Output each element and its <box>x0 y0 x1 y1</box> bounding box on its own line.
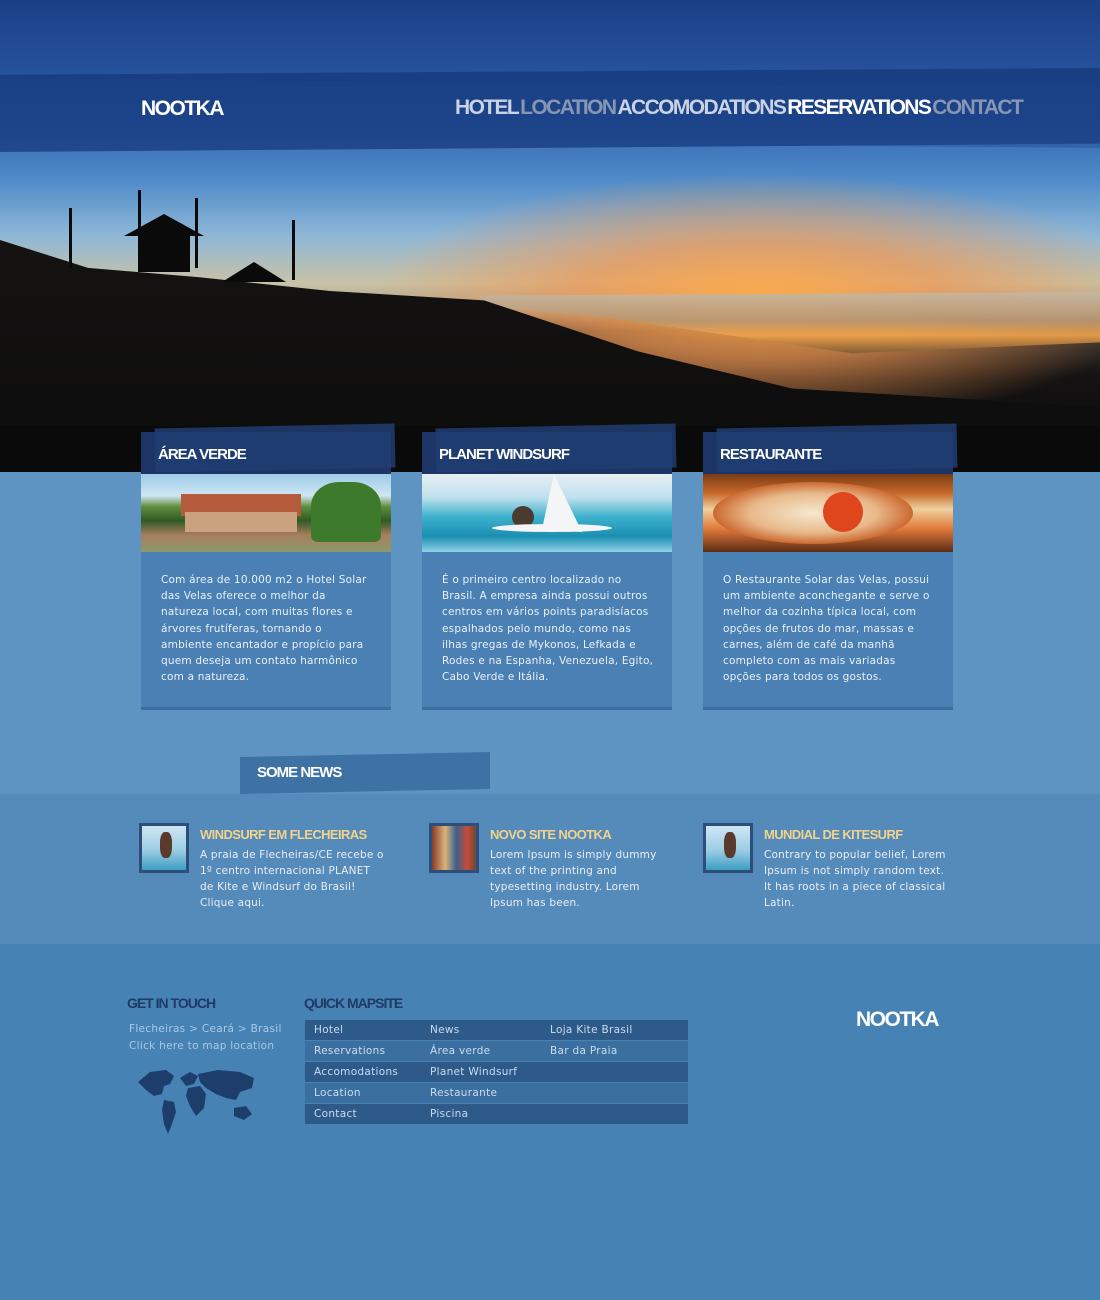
site-logo[interactable]: NOOTKA <box>141 97 225 121</box>
hero-banner <box>0 0 1100 472</box>
card-text: Com área de 10.000 m2 o Hotel Solar das … <box>141 552 391 710</box>
sitemap-link[interactable]: Bar da Praia <box>541 1041 688 1061</box>
card-text: É o primeiro centro localizado no Brasil… <box>422 552 672 710</box>
footer-logo[interactable]: NOOTKA <box>856 1008 940 1032</box>
news-title[interactable]: WINDSURF EM FLECHEIRAS <box>200 827 367 842</box>
kiosk-body <box>138 236 190 272</box>
kitesurf-thumbnail[interactable] <box>139 823 189 873</box>
get-in-touch-heading: GET IN TOUCH <box>127 995 216 1011</box>
card-header: RESTAURANTE <box>703 423 958 474</box>
sitemap-link[interactable]: Loja Kite Brasil <box>541 1020 688 1040</box>
news-text: Contrary to popular belief, Lorem Ipsum … <box>764 849 946 909</box>
sitemap-link[interactable]: Restaurante <box>421 1083 541 1103</box>
nav-reservations[interactable]: RESERVATIONS <box>787 96 932 120</box>
sitemap-row: Reservations Área verde Bar da Praia <box>305 1041 688 1061</box>
sitemap-link[interactable]: News <box>421 1020 541 1040</box>
card-header: ÁREA VERDE <box>141 423 396 474</box>
news-title[interactable]: NOVO SITE NOOTKA <box>490 827 612 842</box>
news-text: Lorem Ipsum is simply dummy text of the … <box>490 849 657 909</box>
nav-accomodations[interactable]: ACCOMODATIONS <box>617 96 786 120</box>
flag-pole <box>195 198 198 268</box>
card-area-verde: ÁREA VERDE Com área de 10.000 m2 o Hotel… <box>141 423 396 710</box>
sitemap-row: Hotel News Loja Kite Brasil <box>305 1020 688 1040</box>
seafood-dish-image[interactable] <box>703 474 953 552</box>
nav-location[interactable]: LOCATION <box>520 96 617 120</box>
flag-pole <box>292 220 295 280</box>
sitemap-link[interactable]: Hotel <box>305 1020 421 1040</box>
shop-thumbnail[interactable] <box>429 823 479 873</box>
sitemap-link[interactable] <box>541 1083 688 1103</box>
sitemap-link[interactable]: Contact <box>305 1104 421 1124</box>
sitemap-link[interactable]: Piscina <box>421 1104 541 1124</box>
sitemap-link[interactable]: Accomodations <box>305 1062 421 1082</box>
news-heading: SOME NEWS <box>257 764 342 781</box>
quick-mapsite-heading: QUICK MAPSITE <box>304 995 403 1011</box>
sitemap-table: Hotel News Loja Kite Brasil Reservations… <box>305 1020 688 1125</box>
sitemap-link[interactable] <box>541 1104 688 1124</box>
garden-bungalows-image[interactable] <box>141 474 391 552</box>
news-title[interactable]: MUNDIAL DE KITESURF <box>764 827 903 842</box>
kiosk-roof <box>124 214 204 236</box>
kitesurf-thumbnail[interactable] <box>703 823 753 873</box>
news-text: A praia de Flecheiras/CE recebe o 1º cen… <box>200 849 384 909</box>
hut-roof <box>222 262 286 282</box>
main-nav: HOTEL LOCATION ACCOMODATIONS RESERVATION… <box>455 96 1024 120</box>
card-header: PLANET WINDSURF <box>422 423 677 474</box>
world-map-icon[interactable] <box>136 1064 260 1138</box>
nav-hotel[interactable]: HOTEL <box>455 96 520 120</box>
address-text: Flecheiras > Ceará > Brasil <box>129 1023 282 1035</box>
card-title[interactable]: RESTAURANTE <box>720 446 822 463</box>
sitemap-link[interactable]: Reservations <box>305 1041 421 1061</box>
windsurfer-image[interactable] <box>422 474 672 552</box>
flag-pole <box>138 190 141 250</box>
nav-contact[interactable]: CONTACT <box>932 96 1024 120</box>
sitemap-link[interactable]: Location <box>305 1083 421 1103</box>
card-restaurante: RESTAURANTE O Restaurante Solar das Vela… <box>703 423 958 710</box>
sitemap-row: Contact Piscina <box>305 1104 688 1124</box>
card-planet-windsurf: PLANET WINDSURF É o primeiro centro loca… <box>422 423 677 710</box>
sitemap-row: Location Restaurante <box>305 1083 688 1103</box>
card-title[interactable]: PLANET WINDSURF <box>439 446 570 463</box>
map-location-link[interactable]: Click here to map location <box>129 1040 274 1052</box>
card-title[interactable]: ÁREA VERDE <box>158 446 247 463</box>
sitemap-link[interactable]: Planet Windsurf <box>421 1062 541 1082</box>
sitemap-link[interactable] <box>541 1062 688 1082</box>
card-text: O Restaurante Solar das Velas, possui um… <box>703 552 953 710</box>
sitemap-link[interactable]: Área verde <box>421 1041 541 1061</box>
sitemap-row: Accomodations Planet Windsurf <box>305 1062 688 1082</box>
flag-pole <box>69 208 72 268</box>
